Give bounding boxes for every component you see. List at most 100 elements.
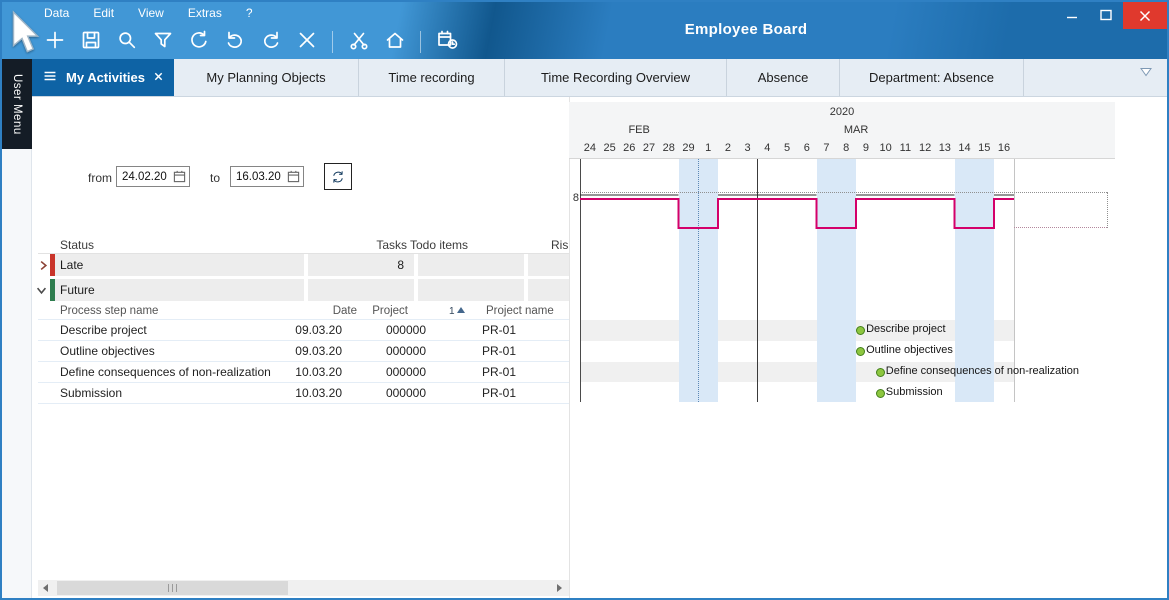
close-button[interactable] (1123, 2, 1167, 29)
column-header-status[interactable]: Status (60, 238, 94, 252)
group-row-future-risk-cell (528, 279, 569, 301)
planning-board-button[interactable] (434, 30, 459, 55)
subheader-project[interactable]: Project (342, 305, 408, 317)
project-link[interactable]: 000000 (366, 344, 426, 358)
project-link[interactable]: 000000 (366, 386, 426, 400)
milestone-marker[interactable] (876, 368, 885, 377)
undo-button[interactable] (222, 30, 247, 55)
tab-time-recording[interactable]: Time recording (359, 59, 505, 96)
search-icon (116, 29, 138, 56)
toolbar (42, 27, 459, 57)
milestone-label: Define consequences of non-realization (886, 365, 1079, 377)
sort-indicator[interactable]: 1 (449, 305, 465, 317)
tab-my-activities[interactable]: My Activities (32, 59, 174, 96)
tab-label: Time Recording Overview (541, 70, 690, 85)
menu-item-edit[interactable]: Edit (93, 6, 114, 20)
home-button[interactable] (382, 30, 407, 55)
timescale-day-label[interactable]: 10 (876, 142, 896, 154)
menu-item-extras[interactable]: Extras (188, 6, 222, 20)
timescale-day-label[interactable]: 13 (935, 142, 955, 154)
process-step-link[interactable]: Define consequences of non-realization (60, 365, 271, 379)
hscroll-right-arrow[interactable] (550, 580, 569, 596)
tools-icon (348, 29, 370, 56)
timescale-day-label[interactable]: 14 (955, 142, 975, 154)
timescale-day-label[interactable]: 7 (817, 142, 837, 154)
tab-absence[interactable]: Absence (727, 59, 840, 96)
timescale-day-label[interactable]: 12 (915, 142, 935, 154)
hscroll-left-arrow[interactable] (38, 580, 53, 596)
timescale-day-label[interactable]: 24 (580, 142, 600, 154)
maximize-button[interactable] (1089, 2, 1123, 28)
user-menu-tab[interactable]: User Menu (2, 59, 32, 149)
tools-button[interactable] (346, 30, 371, 55)
milestone-marker[interactable] (876, 389, 885, 398)
refresh-button[interactable] (186, 30, 211, 55)
today-line (757, 159, 758, 402)
process-step-link[interactable]: Submission (60, 386, 122, 400)
refresh-button[interactable] (324, 163, 352, 190)
process-step-link[interactable]: Outline objectives (60, 344, 155, 358)
timescale-day-label[interactable]: 3 (738, 142, 758, 154)
timescale-day-label[interactable]: 25 (600, 142, 620, 154)
hscroll-thumb[interactable] (57, 581, 288, 595)
project-name-cell: PR-01 (482, 386, 516, 400)
timescale-day-label[interactable]: 6 (797, 142, 817, 154)
timescale-day-label[interactable]: 26 (619, 142, 639, 154)
from-label: from (88, 171, 112, 185)
column-header-todo-items[interactable]: Todo items (382, 238, 468, 252)
menu-item-data[interactable]: Data (44, 6, 69, 20)
group-row-late[interactable] (55, 254, 304, 276)
timescale-day-label[interactable]: 5 (777, 142, 797, 154)
tab-time-recording-overview[interactable]: Time Recording Overview (505, 59, 727, 96)
save-button[interactable] (78, 30, 103, 55)
period-start-line (698, 159, 699, 402)
project-link[interactable]: 000000 (366, 323, 426, 337)
timescale-day-label[interactable]: 9 (856, 142, 876, 154)
menu-bar: Data Edit View Extras? (44, 6, 253, 20)
refresh-icon (331, 167, 345, 187)
redo-button[interactable] (258, 30, 283, 55)
timescale-day-label[interactable]: 27 (639, 142, 659, 154)
tab-my-planning-objects[interactable]: My Planning Objects (174, 59, 359, 96)
to-date-input[interactable]: 16.03.20 (230, 166, 304, 187)
timescale-day-label[interactable]: 8 (836, 142, 856, 154)
timescale-day-label[interactable]: 28 (659, 142, 679, 154)
delete-icon (296, 29, 318, 56)
timescale-day-label[interactable]: 15 (974, 142, 994, 154)
scroll-left-icon (43, 584, 48, 592)
process-step-link[interactable]: Describe project (60, 323, 147, 337)
milestone-marker[interactable] (856, 347, 865, 356)
timescale-day-label[interactable]: 11 (896, 142, 916, 154)
minimize-button[interactable] (1055, 2, 1089, 28)
refresh-icon (188, 29, 210, 56)
timescale-day-label[interactable]: 1 (698, 142, 718, 154)
timescale-day-label[interactable]: 4 (757, 142, 777, 154)
delete-button[interactable] (294, 30, 319, 55)
minimize-icon (1066, 9, 1078, 21)
add-button[interactable] (42, 30, 67, 55)
subheader-project-name[interactable]: Project name (486, 305, 554, 317)
timescale-day-label[interactable]: 16 (994, 142, 1014, 154)
search-button[interactable] (114, 30, 139, 55)
milestone-label: Submission (886, 386, 943, 398)
from-date-input[interactable]: 24.02.20 (116, 166, 190, 187)
timescale-end-dotted (1107, 192, 1108, 228)
tab-department-absence[interactable]: Department: Absence (840, 59, 1024, 96)
hamburger-menu-icon[interactable] (42, 69, 58, 86)
expand-chevron-icon[interactable] (38, 260, 49, 271)
menu-item-view[interactable]: View (138, 6, 164, 20)
timescale-day-label[interactable]: 2 (718, 142, 738, 154)
tab-close-icon[interactable] (153, 70, 164, 85)
column-header-risk[interactable]: Ris (551, 238, 569, 252)
tab-list-dropdown-icon[interactable] (1139, 65, 1153, 83)
project-link[interactable]: 000000 (366, 365, 426, 379)
gantt-row-stripe (580, 320, 1014, 341)
to-label: to (210, 171, 220, 185)
timescale-day-label[interactable]: 29 (679, 142, 699, 154)
project-name-cell: PR-01 (482, 344, 516, 358)
side-strip: User Menu (2, 59, 32, 598)
filter-button[interactable] (150, 30, 175, 55)
collapse-chevron-icon[interactable] (36, 285, 47, 296)
menu-item-help[interactable]: ? (246, 6, 253, 20)
subheader-process-step[interactable]: Process step name (60, 305, 158, 317)
